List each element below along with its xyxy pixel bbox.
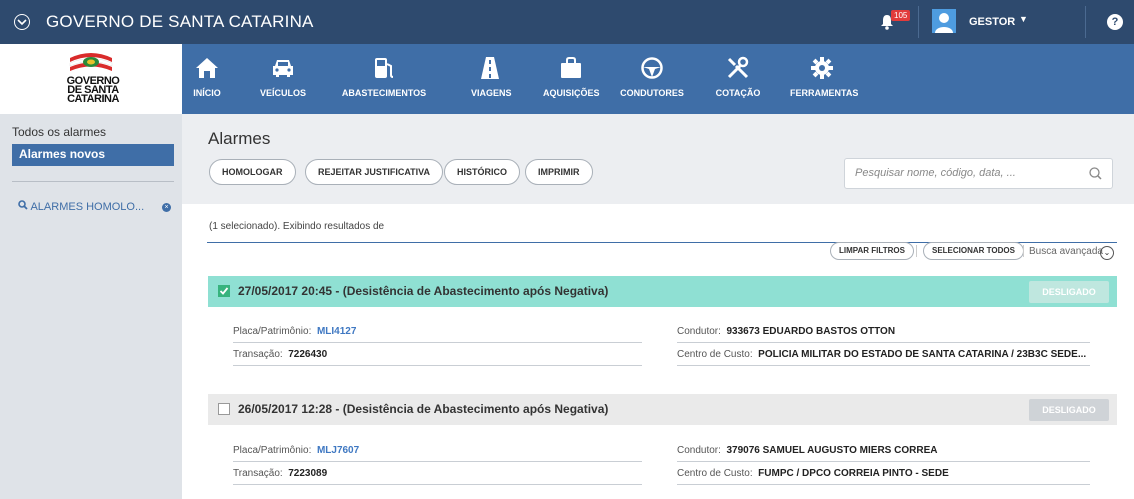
divider [1023,245,1024,257]
placa-link[interactable]: MLJ7607 [317,445,359,456]
notification-badge: 105 [891,10,911,21]
sidebar-item-todos-os-alarmes[interactable]: Todos os alarmes [12,125,106,139]
row-checkbox[interactable] [218,403,230,415]
centro-custo-field: Centro de Custo: FUMPC / DPCO CORREIA PI… [677,468,949,479]
search-icon [18,200,30,213]
transacao-field: Transação: 7226430 [233,349,328,360]
search-box [844,158,1113,189]
row-checkbox[interactable] [218,285,230,297]
search-icon[interactable] [1089,167,1102,183]
chevron-down-icon[interactable]: ⌄ [1100,246,1114,260]
alarm-card: 26/05/2017 12:28 - (Desistência de Abast… [208,394,1117,425]
divider [677,461,1090,462]
nav-item-abastecimentos[interactable]: ABASTECIMENTOS [341,54,427,98]
steering-wheel-icon [618,54,686,82]
alarm-title: 27/05/2017 20:45 - (Desistência de Abast… [238,284,609,298]
homologar-button[interactable]: HOMOLOGAR [209,159,296,185]
results-text: (1 selecionado). Exibindo resultados de [209,221,385,232]
logo: GOVERNO DE SANTA CATARINA [0,44,182,114]
transacao-field: Transação: 7223089 [233,468,328,479]
advanced-search-link[interactable]: Busca avançada [1029,246,1103,257]
divider [916,245,917,257]
condutor-field: Condutor: 379076 SAMUEL AUGUSTO MIERS CO… [677,445,938,456]
caret-down-icon[interactable]: ▼ [1019,14,1028,24]
alarm-header[interactable]: 26/05/2017 12:28 - (Desistência de Abast… [208,394,1117,425]
divider [677,484,1090,485]
road-icon [471,54,509,82]
status-badge[interactable]: DESLIGADO [1029,399,1109,421]
rejeitar-justificativa-button[interactable]: REJEITAR JUSTIFICATIVA [305,159,444,185]
top-bar: GOVERNO DE SANTA CATARINA 105 GESTOR ▼ ? [0,0,1134,44]
divider [12,181,174,182]
divider [1085,6,1086,38]
nav-item-inicio[interactable]: INÍCIO [191,54,223,98]
divider [233,365,642,366]
saved-search-item[interactable]: ALARMES HOMOLO... [18,200,144,213]
sidebar-item-alarmes-novos[interactable]: Alarmes novos [12,144,174,166]
close-icon[interactable]: × [162,203,171,212]
gear-icon [790,54,854,82]
page-header: Alarmes HOMOLOGAR REJEITAR JUSTIFICATIVA… [182,114,1134,204]
historico-button[interactable]: HISTÓRICO [444,159,521,185]
placa-field: Placa/Patrimônio: MLI4127 [233,326,357,337]
chevron-down-icon[interactable] [14,14,30,30]
placa-field: Placa/Patrimônio: MLJ7607 [233,445,360,456]
centro-custo-field: Centro de Custo: POLICIA MILITAR DO ESTA… [677,349,1087,360]
help-icon[interactable]: ? [1107,14,1123,30]
divider [677,342,1090,343]
page-title: Alarmes [208,129,271,148]
home-icon [191,54,223,82]
nav-item-veiculos[interactable]: VEÍCULOS [258,54,308,98]
fuel-pump-icon [341,54,427,82]
nav-item-viagens[interactable]: VIAGENS [471,54,512,98]
divider [233,461,642,462]
shopping-bag-icon [543,54,599,82]
saved-search-label: ALARMES HOMOLO... [30,201,145,213]
avatar[interactable] [932,9,956,33]
alarm-card: 27/05/2017 20:45 - (Desistência de Abast… [208,276,1117,307]
user-menu[interactable]: GESTOR [969,16,1015,28]
selecionar-todos-button[interactable]: SELECIONAR TODOS [923,242,1024,260]
sidebar: Todos os alarmes Alarmes novos ALARMES H… [0,114,182,499]
nav-item-ferramentas[interactable]: FERRAMENTAS [790,54,858,98]
nav-item-cotacao[interactable]: COTAÇÃO [715,54,761,98]
logo-text: GOVERNO DE SANTA CATARINA [66,75,120,105]
limpar-filtros-button[interactable]: LIMPAR FILTROS [830,242,914,260]
condutor-field: Condutor: 933673 EDUARDO BASTOS OTTON [677,326,896,337]
app-title: GOVERNO DE SANTA CATARINA [46,12,314,31]
alarm-title: 26/05/2017 12:28 - (Desistência de Abast… [238,402,609,416]
car-icon [258,54,308,82]
divider [233,484,642,485]
main-content: Alarmes HOMOLOGAR REJEITAR JUSTIFICATIVA… [182,114,1134,499]
imprimir-button[interactable]: IMPRIMIR [525,159,593,185]
tools-icon [715,54,761,82]
main-nav: INÍCIO VEÍCULOS ABASTECIMENTOS VIAGENS A… [182,44,1134,114]
alarm-header[interactable]: 27/05/2017 20:45 - (Desistência de Abast… [208,276,1117,307]
status-badge[interactable]: DESLIGADO [1029,281,1109,303]
divider [233,342,642,343]
nav-item-condutores[interactable]: CONDUTORES [618,54,686,98]
divider [918,6,919,38]
placa-link[interactable]: MLI4127 [317,326,356,337]
divider [677,365,1090,366]
nav-item-aquisicoes[interactable]: AQUISIÇÕES [543,54,600,98]
search-input[interactable] [855,167,1075,179]
